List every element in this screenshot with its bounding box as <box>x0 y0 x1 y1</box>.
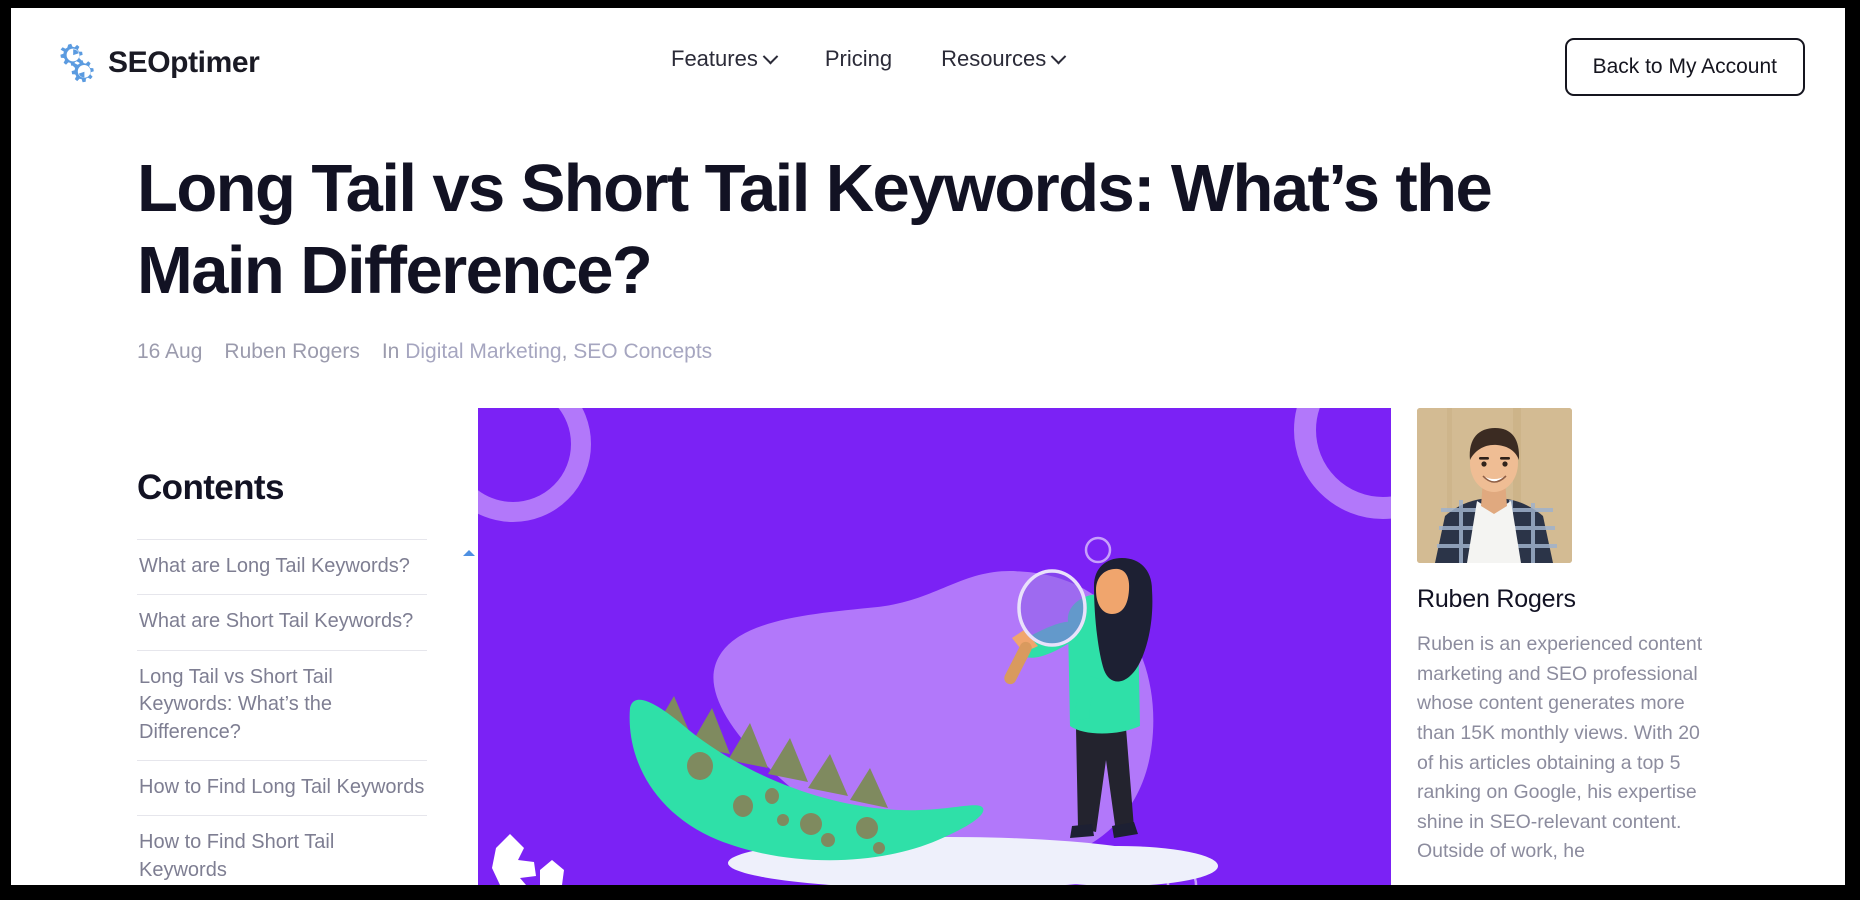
author-name[interactable]: Ruben Rogers <box>1417 587 1717 612</box>
meta-categories: In Digital Marketing, SEO Concepts <box>382 341 712 362</box>
toc-item-2[interactable]: Long Tail vs Short Tail Keywords: What’s… <box>137 651 427 761</box>
nav-label-features: Features <box>671 46 758 71</box>
contents-heading: Contents <box>137 468 284 507</box>
author-avatar-photo <box>1417 408 1572 563</box>
chevron-down-icon <box>1050 48 1067 64</box>
table-of-contents: Contents What are Long Tail Keywords? Wh… <box>137 468 475 885</box>
toc-item-1[interactable]: What are Short Tail Keywords? <box>137 595 427 651</box>
category-link-digital-marketing[interactable]: Digital Marketing <box>405 340 561 363</box>
nav-label-resources: Resources <box>941 46 1047 71</box>
main-navigation: Features Pricing Resources <box>671 46 1067 71</box>
toc-item-4[interactable]: How to Find Short Tail Keywords <box>137 816 427 885</box>
nav-item-features[interactable]: Features <box>671 46 779 71</box>
author-card: Ruben Rogers Ruben is an experienced con… <box>1417 408 1717 867</box>
chevron-down-icon <box>762 48 779 64</box>
article-meta: 16 Aug Ruben Rogers In Digital Marketing… <box>137 341 1617 362</box>
nav-item-pricing[interactable]: Pricing <box>825 48 892 70</box>
meta-date: 16 Aug <box>137 340 203 364</box>
site-header: SEOptimer Features Pricing Resources Bac… <box>11 8 1845 118</box>
brand-wordmark: SEOptimer <box>108 46 260 79</box>
meta-author[interactable]: Ruben Rogers <box>224 341 359 362</box>
hero-illustration <box>478 408 1391 885</box>
meta-categories-prefix: In <box>381 340 400 364</box>
nav-item-resources[interactable]: Resources <box>941 46 1067 71</box>
brand-logo[interactable]: SEOptimer <box>51 41 260 85</box>
page-surface: SEOptimer Features Pricing Resources Bac… <box>11 8 1845 885</box>
author-bio: Ruben is an experienced content marketin… <box>1417 633 1703 863</box>
category-link-seo-concepts[interactable]: SEO Concepts <box>573 340 712 363</box>
article-body-area: Contents What are Long Tail Keywords? Wh… <box>11 408 1845 885</box>
toc-item-3[interactable]: How to Find Long Tail Keywords <box>137 761 427 817</box>
nav-label-pricing: Pricing <box>824 46 893 71</box>
category-separator: , <box>561 340 568 364</box>
caret-up-icon[interactable] <box>463 550 475 556</box>
browser-frame: SEOptimer Features Pricing Resources Bac… <box>0 0 1860 900</box>
toc-item-0[interactable]: What are Long Tail Keywords? <box>137 540 427 596</box>
back-to-my-account-button[interactable]: Back to My Account <box>1564 38 1805 96</box>
hero-illustration-graphic <box>478 408 1391 885</box>
gears-logo-icon <box>51 41 97 85</box>
page-title: Long Tail vs Short Tail Keywords: What’s… <box>137 151 1493 308</box>
contents-list: What are Long Tail Keywords? What are Sh… <box>137 539 475 885</box>
article-header: Long Tail vs Short Tail Keywords: What’s… <box>137 148 1617 362</box>
